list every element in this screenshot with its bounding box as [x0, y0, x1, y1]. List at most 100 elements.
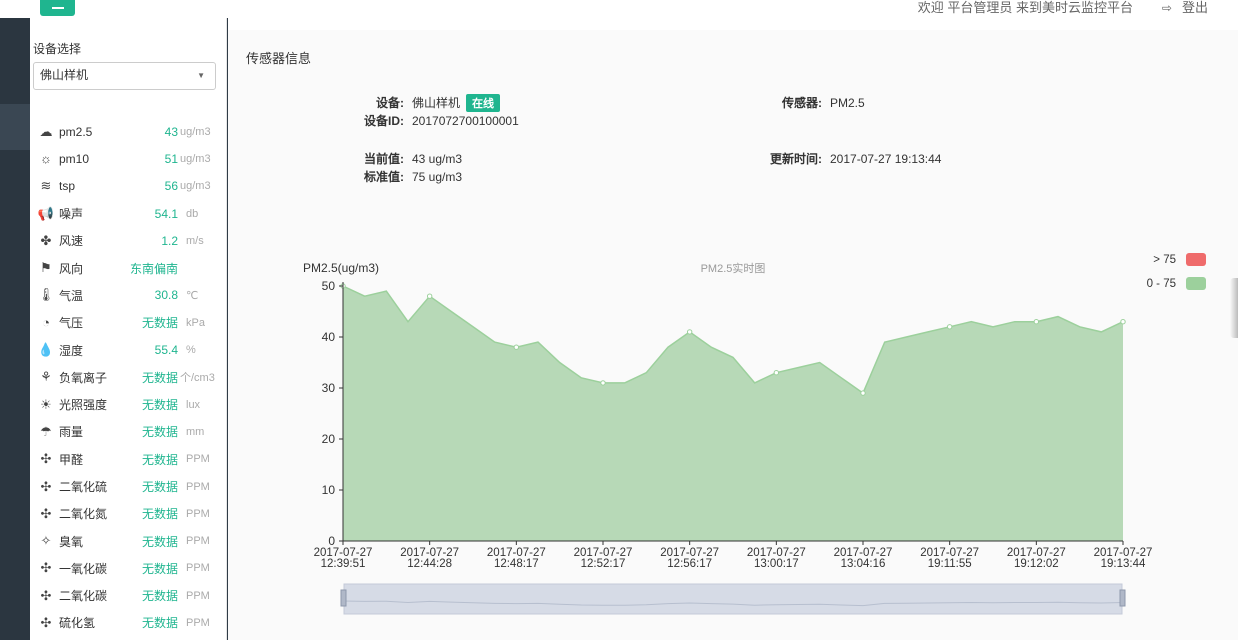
- wind-direction-icon: ⚑: [40, 260, 52, 276]
- device-value: 佛山样机: [412, 96, 461, 110]
- sidebar: 设备选择 佛山样机 ▼ ☁ pm2.5 43 ug/m3 ☼ pm10 51 ug/m3 ≋ ts…: [30, 18, 227, 640]
- sensor-row-humidity[interactable]: 💧 湿度 55.4%: [36, 336, 226, 363]
- sensor-value: 54.1: [154, 206, 178, 221]
- current-value: 43 ug/m3: [412, 152, 463, 166]
- sensor-row-sulfur-dioxide[interactable]: ✣ 二氧化硫 无数据 PPM: [36, 473, 226, 500]
- device-label: 设备:: [376, 96, 404, 110]
- sensor-name: 一氧化碳: [59, 561, 108, 576]
- legend-label: > 75: [1153, 254, 1176, 266]
- x-tick-label: 12:39:51: [321, 558, 366, 570]
- sensor-value: 无数据: [141, 425, 178, 440]
- data-point: [513, 344, 520, 350]
- pm25-chart: PM2.5(ug/m3) PM2.5实时图010203040502017-07-2…: [303, 253, 1206, 615]
- main-content: 传感器信息 设备: 佛山样机 在线 设备ID: 2017072700100001 当前…: [228, 18, 1238, 640]
- wind-speed-icon: ✤: [40, 232, 52, 248]
- light-intensity-icon: ☀: [40, 396, 52, 412]
- sensor-value: 无数据: [141, 370, 178, 385]
- y-axis-label: PM2.5(ug/m3): [303, 261, 379, 275]
- sensor-value: 43: [164, 124, 178, 139]
- noise-icon: 📢: [37, 205, 55, 221]
- top-bar: 欢迎 平台管理员 来到美时云监控平台 ⇨ 登出: [0, 0, 1238, 18]
- sensor-row-tsp[interactable]: ≋ tsp 56 ug/m3: [36, 173, 226, 200]
- sensor-value: 无数据: [141, 452, 178, 467]
- data-point: [1120, 319, 1126, 325]
- device-select-label: 设备选择: [33, 42, 82, 56]
- standard-value: 75 ug/m3: [412, 170, 463, 184]
- sensor-unit: m/s: [186, 234, 204, 247]
- sensor-value: 无数据: [141, 534, 178, 549]
- sensor-unit: ug/m3: [180, 125, 211, 138]
- data-point: [426, 293, 433, 299]
- sensor-row-noise[interactable]: 📢 噪声 54.1 db: [36, 200, 226, 227]
- sulfur-dioxide-icon: ✣: [40, 478, 52, 494]
- x-tick-label: 13:04:16: [841, 558, 886, 570]
- sensor-row-rainfall[interactable]: ☂ 雨量 无数据 mm: [36, 418, 226, 445]
- sensor-unit: 个/cm3: [180, 372, 215, 385]
- sensor-row-light-intensity[interactable]: ☀ 光照强度 无数据 lux: [36, 391, 226, 418]
- sensor-row-hydrogen-sulfide[interactable]: ✣ 硫化氢 无数据 PPM: [36, 609, 226, 636]
- legend-swatch: [1186, 253, 1206, 266]
- sensor-row-pm10[interactable]: ☼ pm10 51 ug/m3: [36, 145, 226, 172]
- logout-link[interactable]: ⇨ 登出: [1162, 0, 1208, 16]
- update-label: 更新时间:: [770, 152, 822, 166]
- rainfall-icon: ☂: [40, 423, 52, 439]
- chevron-down-icon: ▼: [197, 71, 205, 80]
- pm25-icon: ☁: [39, 123, 53, 139]
- sensor-row-carbon-monoxide[interactable]: ✣ 一氧化碳 无数据 PPM: [36, 555, 226, 582]
- sensor-row-temperature[interactable]: 🌡 气温 30.8 ℃: [36, 282, 226, 309]
- sensor-unit: ℃: [186, 289, 199, 302]
- sensor-name: 噪声: [59, 207, 84, 222]
- datazoom-handle-left: [340, 589, 347, 607]
- humidity-icon: 💧: [37, 342, 55, 358]
- welcome-text: 欢迎 平台管理员 来到美时云监控平台: [917, 0, 1133, 15]
- sensor-name: 硫化氢: [59, 616, 96, 631]
- device-select[interactable]: 佛山样机 ▼: [33, 62, 216, 90]
- current-label: 当前值:: [364, 152, 404, 166]
- sensor-row-wind-speed[interactable]: ✤ 风速 1.2 m/s: [36, 227, 226, 254]
- sensor-row-pm25[interactable]: ☁ pm2.5 43 ug/m3: [36, 118, 226, 145]
- standard-label: 标准值:: [364, 170, 404, 184]
- sensor-row-ozone[interactable]: ✧ 臭氧 无数据 PPM: [36, 527, 226, 554]
- x-tick-label: 19:12:02: [1014, 558, 1059, 570]
- data-point: [773, 370, 780, 376]
- y-tick-label: 50: [322, 279, 336, 293]
- update-value: 2017-07-27 19:13:44: [830, 152, 942, 166]
- y-tick-label: 30: [322, 381, 336, 395]
- sensor-value: 无数据: [141, 398, 178, 413]
- legend-label: 0 - 75: [1147, 278, 1176, 290]
- carbon-monoxide-icon: ✣: [40, 560, 52, 576]
- hydrogen-sulfide-icon: ✣: [40, 614, 52, 630]
- sensor-unit: PPM: [186, 453, 210, 466]
- sensor-row-wind-direction[interactable]: ⚑ 风向 东南偏南: [36, 254, 226, 281]
- sensor-unit: mm: [186, 425, 205, 438]
- sensor-name: 负氧离子: [59, 370, 108, 385]
- sensor-name: 气温: [59, 288, 84, 303]
- sensor-unit: ug/m3: [180, 152, 211, 165]
- menu-toggle-button[interactable]: [40, 0, 75, 16]
- sensor-row-nitrogen-dioxide[interactable]: ✣ 二氧化氮 无数据 PPM: [36, 500, 226, 527]
- data-point: [946, 324, 953, 330]
- sensor-name: 二氧化氮: [59, 507, 108, 522]
- sensor-row-carbon-dioxide[interactable]: ✣ 二氧化碳 无数据 PPM: [36, 582, 226, 609]
- panel-title: 传感器信息: [246, 51, 312, 66]
- sensor-value: 56: [164, 179, 178, 194]
- device-id-value: 2017072700100001: [412, 114, 519, 128]
- current-value-info: 当前值: 43 ug/m3: [356, 150, 462, 167]
- sensor-name: 二氧化碳: [59, 589, 108, 604]
- negative-ion-icon: ⚘: [40, 369, 52, 385]
- sensor-value: 55.4: [154, 343, 178, 358]
- sensor-value: 1.2: [161, 233, 178, 248]
- sensor-value: 东南偏南: [129, 261, 178, 276]
- x-tick-label: 12:56:17: [667, 558, 712, 570]
- pm10-icon: ☼: [40, 151, 52, 167]
- sensor-unit: %: [186, 344, 196, 357]
- formaldehyde-icon: ✣: [40, 451, 52, 467]
- tsp-icon: ≋: [40, 178, 52, 194]
- ozone-icon: ✧: [40, 533, 52, 549]
- sensor-row-pressure[interactable]: ◔ 气压 无数据 kPa: [36, 309, 226, 336]
- standard-value-info: 标准值: 75 ug/m3: [356, 168, 462, 185]
- sensor-row-formaldehyde[interactable]: ✣ 甲醛 无数据 PPM: [36, 446, 226, 473]
- sensor-row-negative-ion[interactable]: ⚘ 负氧离子 无数据 个/cm3: [36, 364, 226, 391]
- nitrogen-dioxide-icon: ✣: [40, 505, 52, 521]
- data-point: [686, 329, 693, 335]
